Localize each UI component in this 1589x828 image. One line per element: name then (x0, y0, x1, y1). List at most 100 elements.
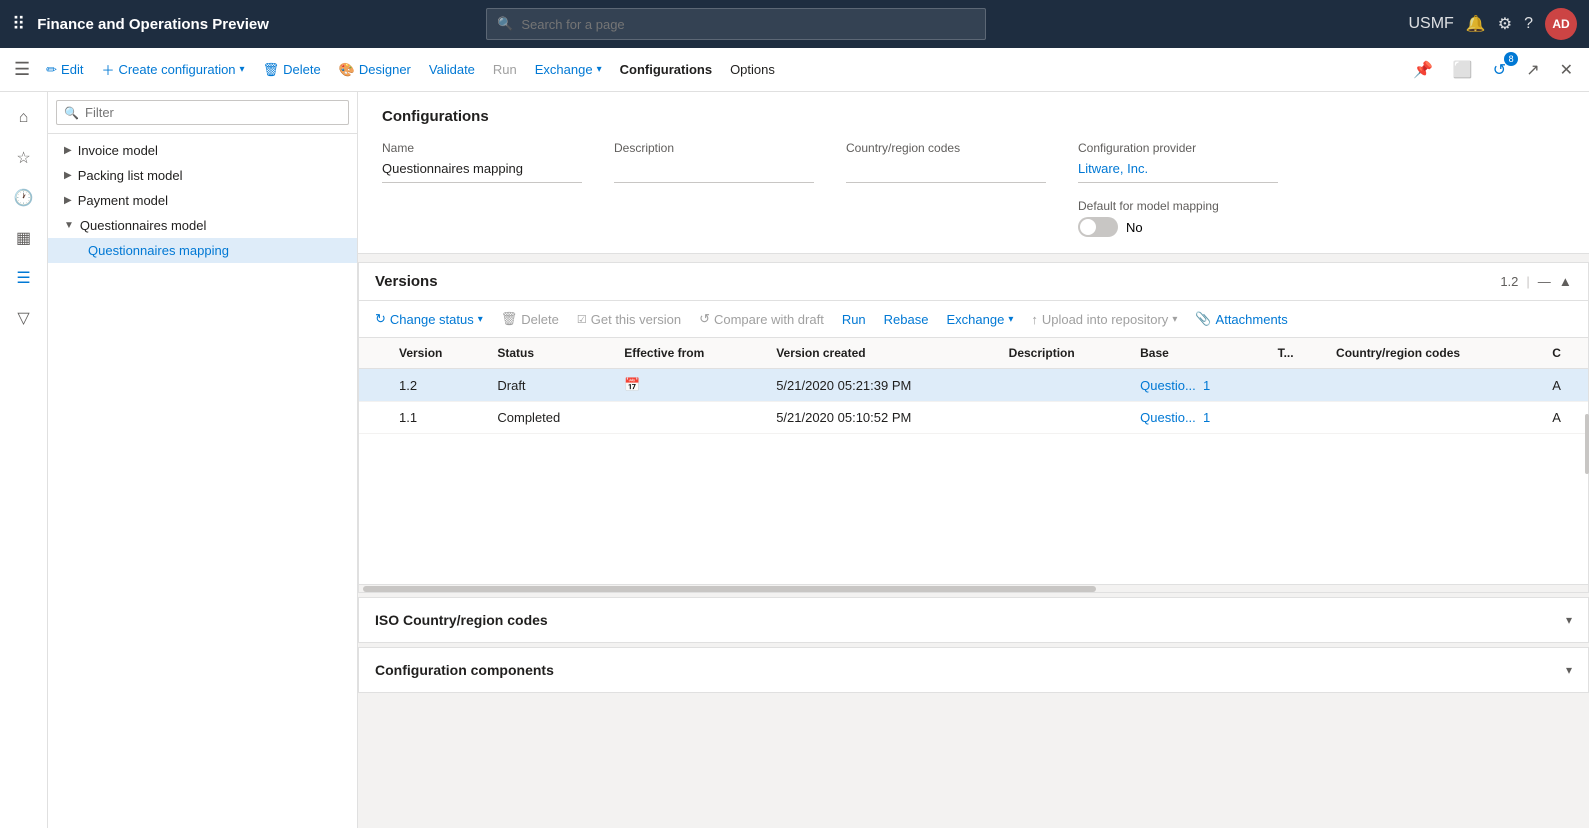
row-base-num-2[interactable]: 1 (1203, 410, 1210, 425)
versions-title: Versions (375, 273, 438, 290)
designer-button[interactable]: 🎨 Designer (331, 58, 419, 82)
row-t (1266, 369, 1324, 402)
change-status-btn[interactable]: ↻ Change status ▾ (367, 307, 491, 331)
compare-icon: ↺ (699, 311, 710, 327)
col-description[interactable]: Description (997, 338, 1128, 369)
tree-item-packing[interactable]: ▶ Packing list model (48, 163, 357, 188)
tree-item-payment[interactable]: ▶ Payment model (48, 188, 357, 213)
filter-icon-btn[interactable]: ▽ (6, 300, 42, 336)
search-input[interactable] (521, 17, 975, 32)
col-t[interactable]: T... (1266, 338, 1324, 369)
app-title: Finance and Operations Preview (37, 16, 269, 33)
country-codes-value[interactable] (846, 159, 1046, 183)
notification-icon[interactable]: 🔔 (1466, 14, 1486, 34)
waffle-icon[interactable]: ⠿ (12, 14, 25, 35)
default-mapping-toggle[interactable] (1078, 217, 1118, 237)
provider-field: Configuration provider Litware, Inc. Def… (1078, 141, 1278, 237)
components-section: Configuration components ▾ (358, 647, 1589, 693)
get-version-icon: ☑ (577, 313, 587, 326)
expand-packing-icon: ▶ (64, 170, 72, 181)
row-version-2: 1.1 (387, 402, 485, 434)
description-value[interactable] (614, 159, 814, 183)
components-section-header[interactable]: Configuration components ▾ (359, 648, 1588, 692)
recent-icon-btn[interactable]: 🕐 (6, 180, 42, 216)
iso-chevron-icon: ▾ (1566, 613, 1572, 627)
row-indicator-cell-2 (359, 402, 387, 434)
col-version[interactable]: Version (387, 338, 485, 369)
iso-section: ISO Country/region codes ▾ (358, 597, 1589, 643)
provider-link[interactable]: Litware, Inc. (1078, 161, 1148, 176)
options-button[interactable]: Options (722, 58, 783, 81)
tree-item-questionnaires-mapping[interactable]: Questionnaires mapping (48, 238, 357, 263)
refresh-icon-btn[interactable]: ↺ 8 (1485, 56, 1514, 84)
home-icon-btn[interactable]: ⌂ (6, 100, 42, 136)
country-codes-label: Country/region codes (846, 141, 1046, 155)
name-value[interactable]: Questionnaires mapping (382, 159, 582, 183)
create-config-button[interactable]: ＋ Create configuration ▾ (93, 56, 252, 83)
configurations-button[interactable]: Configurations (612, 58, 720, 81)
help-icon[interactable]: ? (1524, 15, 1533, 33)
top-nav: ⠿ Finance and Operations Preview 🔍 USMF … (0, 0, 1589, 48)
versions-delete-btn[interactable]: 🗑 Delete (493, 307, 567, 331)
row-description-2 (997, 402, 1128, 434)
provider-label: Configuration provider (1078, 141, 1278, 155)
expand-icon-btn[interactable]: ⬜ (1445, 56, 1481, 84)
rebase-btn[interactable]: Rebase (876, 308, 937, 331)
col-effective-from[interactable]: Effective from (612, 338, 764, 369)
exchange-button[interactable]: Exchange ▾ (527, 58, 610, 81)
row-base-link[interactable]: Questio... (1140, 378, 1196, 393)
filter-input[interactable] (56, 100, 349, 125)
get-version-btn[interactable]: ☑ Get this version (569, 308, 689, 331)
delete-button[interactable]: 🗑 Delete (255, 58, 329, 82)
col-version-created[interactable]: Version created (764, 338, 996, 369)
tree-items: ▶ Invoice model ▶ Packing list model ▶ P… (48, 134, 357, 828)
content-area: Configurations Name Questionnaires mappi… (358, 92, 1589, 828)
workspace-icon-btn[interactable]: ▦ (6, 220, 42, 256)
versions-exchange-btn[interactable]: Exchange ▾ (938, 308, 1021, 331)
col-status[interactable]: Status (485, 338, 612, 369)
calendar-icon[interactable]: 📅 (624, 377, 640, 392)
version-number-display: 1.2 (1500, 274, 1518, 289)
row-status: Draft (485, 369, 612, 402)
table-row[interactable]: 1.2 Draft 📅 5/21/2020 05:21:39 PM Questi… (359, 369, 1588, 402)
col-c[interactable]: C (1540, 338, 1588, 369)
resize-handle[interactable] (1585, 414, 1589, 474)
filter-icon: 🔍 (64, 106, 79, 120)
row-base-num[interactable]: 1 (1203, 378, 1210, 393)
attachments-btn[interactable]: 📎 Attachments (1187, 307, 1295, 331)
pin-icon-btn[interactable]: 📌 (1405, 56, 1441, 84)
scroll-thumb[interactable] (363, 586, 1096, 592)
search-bar[interactable]: 🔍 (486, 8, 986, 40)
list-icon-btn[interactable]: ☰ (6, 260, 42, 296)
plus-icon: ＋ (101, 60, 114, 79)
default-mapping-label: Default for model mapping (1078, 199, 1278, 213)
row-indicator-cell (359, 369, 387, 402)
run-button[interactable]: Run (485, 58, 525, 81)
table-row[interactable]: 1.1 Completed 5/21/2020 05:10:52 PM Ques… (359, 402, 1588, 434)
settings-icon[interactable]: ⚙ (1498, 14, 1512, 34)
compare-draft-btn[interactable]: ↺ Compare with draft (691, 307, 832, 331)
favorites-icon-btn[interactable]: ☆ (6, 140, 42, 176)
iso-section-header[interactable]: ISO Country/region codes ▾ (359, 598, 1588, 642)
edit-button[interactable]: ✏ Edit (38, 58, 91, 82)
provider-value[interactable]: Litware, Inc. (1078, 159, 1278, 183)
collapse-sidebar-icon[interactable]: ☰ (8, 55, 36, 84)
versions-header-right: 1.2 | — ▲ (1500, 274, 1572, 289)
row-version-created: 5/21/2020 05:21:39 PM (764, 369, 996, 402)
tree-item-invoice[interactable]: ▶ Invoice model (48, 138, 357, 163)
upload-repo-btn[interactable]: ↑ Upload into repository ▾ (1023, 308, 1185, 331)
validate-button[interactable]: Validate (421, 58, 483, 81)
table-scroll-bar[interactable] (359, 584, 1588, 592)
col-base[interactable]: Base (1128, 338, 1265, 369)
versions-dash: — (1538, 274, 1551, 289)
designer-icon: 🎨 (339, 62, 355, 78)
row-base-link-2[interactable]: Questio... (1140, 410, 1196, 425)
tree-item-questionnaires-model[interactable]: ▼ Questionnaires model (48, 213, 357, 238)
avatar[interactable]: AD (1545, 8, 1577, 40)
row-country-codes (1324, 369, 1540, 402)
col-country-codes[interactable]: Country/region codes (1324, 338, 1540, 369)
close-icon-btn[interactable]: ✕ (1552, 56, 1581, 84)
versions-collapse-btn[interactable]: ▲ (1559, 274, 1572, 289)
open-external-icon-btn[interactable]: ↗ (1518, 56, 1547, 84)
versions-run-btn[interactable]: Run (834, 308, 874, 331)
